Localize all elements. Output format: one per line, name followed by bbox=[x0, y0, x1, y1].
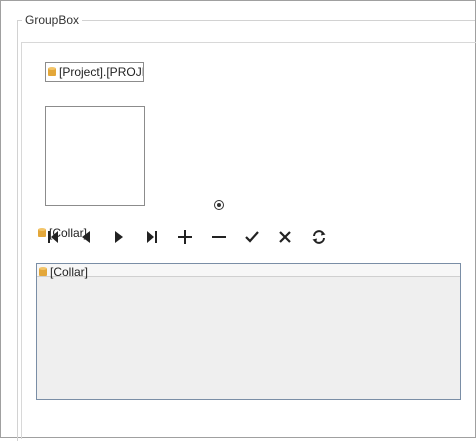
project-field-value: [Project].[PROJE bbox=[59, 65, 144, 79]
next-record-button[interactable] bbox=[108, 226, 130, 248]
post-record-icon bbox=[245, 231, 259, 243]
groupbox-title: GroupBox bbox=[22, 13, 83, 27]
refresh-icon bbox=[312, 230, 326, 244]
navigator-label: [Collar] bbox=[38, 226, 87, 240]
last-record-icon bbox=[147, 231, 157, 243]
database-icon bbox=[48, 67, 56, 76]
image-box[interactable] bbox=[45, 106, 145, 206]
grid-header bbox=[37, 264, 460, 277]
cancel-edit-button[interactable] bbox=[274, 226, 296, 248]
data-grid[interactable]: [Collar] bbox=[36, 263, 461, 400]
delete-record-icon bbox=[212, 236, 226, 238]
project-field[interactable]: [Project].[PROJE bbox=[45, 62, 144, 82]
navigator-label-text: [Collar] bbox=[49, 226, 88, 240]
last-record-button[interactable] bbox=[141, 226, 163, 248]
add-record-icon bbox=[178, 230, 192, 244]
grid-caption-text: [Collar] bbox=[50, 265, 89, 279]
post-record-button[interactable] bbox=[241, 226, 263, 248]
refresh-button[interactable] bbox=[308, 226, 330, 248]
database-icon bbox=[39, 267, 47, 276]
cancel-edit-icon bbox=[279, 231, 291, 243]
add-record-button[interactable] bbox=[174, 226, 196, 248]
radio-dot-icon[interactable] bbox=[214, 200, 224, 210]
next-record-icon bbox=[115, 231, 123, 243]
database-icon bbox=[38, 228, 46, 237]
delete-record-button[interactable] bbox=[208, 226, 230, 248]
grid-caption: [Collar] bbox=[39, 265, 88, 279]
